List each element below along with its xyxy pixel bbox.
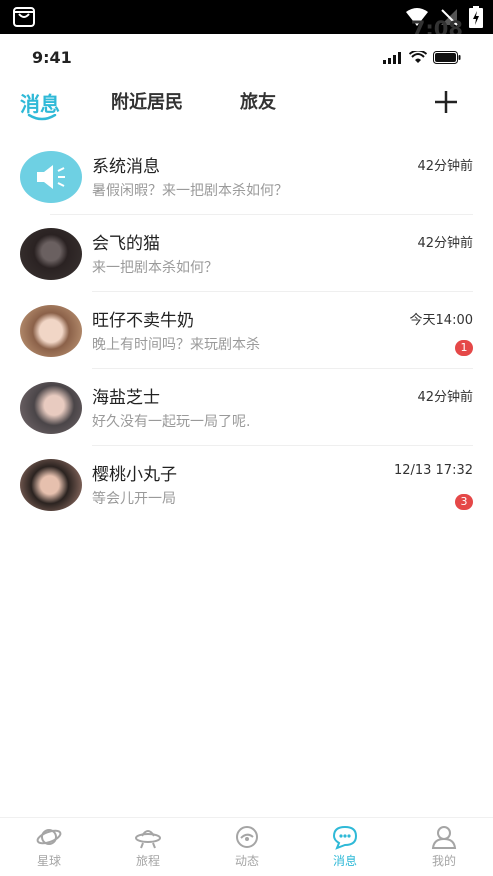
nav-messages[interactable]: 消息	[315, 824, 375, 869]
nav-label: 星球	[36, 854, 61, 868]
user-icon	[431, 826, 457, 849]
top-tabs: 消息 附近居民 旅友	[0, 80, 493, 128]
avatar	[20, 305, 82, 357]
nav-label: 我的	[431, 854, 456, 868]
tab-active-indicator	[27, 114, 57, 121]
conversation-name: 会飞的猫	[92, 234, 160, 254]
avatar	[20, 459, 82, 511]
list-item[interactable]: 会飞的猫 来一把剧本杀如何？ 42分钟前	[0, 215, 493, 292]
nav-label: 消息	[332, 854, 357, 868]
bottom-navigation: 星球 旅程 动态 消息 我的	[0, 817, 493, 876]
conversation-preview: 暑假闲暇？来一把剧本杀如何？	[92, 183, 288, 199]
nav-journey[interactable]: 旅程	[118, 824, 178, 869]
add-icon[interactable]	[432, 88, 460, 116]
tab-travel-friends[interactable]: 旅友	[240, 88, 276, 114]
conversation-name: 樱桃小丸子	[92, 465, 177, 485]
nav-profile[interactable]: 我的	[414, 824, 474, 869]
nav-label: 动态	[234, 854, 259, 868]
tab-nearby-residents[interactable]: 附近居民	[111, 88, 183, 114]
list-item[interactable]: 樱桃小丸子 等会儿开一局 12/13 17:32 3	[0, 446, 493, 523]
unread-badge: 3	[455, 494, 473, 510]
conversation-preview: 晚上有时间吗？来玩剧本杀	[92, 337, 260, 353]
status-time: 9:41	[32, 48, 72, 67]
avatar	[20, 228, 82, 280]
conversation-time: 42分钟前	[417, 159, 473, 174]
tab-messages[interactable]: 消息	[20, 88, 60, 117]
list-item[interactable]: 海盐芝士 好久没有一起玩一局了呢. 42分钟前	[0, 369, 493, 446]
cellular-signal-icon	[383, 51, 401, 64]
conversation-name: 旺仔不卖牛奶	[92, 311, 194, 331]
nav-label: 旅程	[135, 854, 160, 868]
chat-bubble-icon	[332, 825, 358, 850]
planet-icon	[36, 829, 62, 845]
list-item[interactable]: 旺仔不卖牛奶 晚上有时间吗？来玩剧本杀 今天14:00 1	[0, 292, 493, 369]
battery-charging-icon	[469, 6, 483, 28]
avatar	[20, 151, 82, 203]
battery-icon	[433, 51, 461, 64]
ufo-icon	[135, 830, 161, 849]
feed-icon	[236, 826, 258, 848]
conversation-preview: 等会儿开一局	[92, 491, 176, 507]
conversation-preview: 好久没有一起玩一局了呢.	[92, 414, 251, 430]
conversation-preview: 来一把剧本杀如何？	[92, 260, 218, 276]
conversation-name: 海盐芝士	[92, 388, 160, 408]
list-item[interactable]: 系统消息 暑假闲暇？来一把剧本杀如何？ 42分钟前	[0, 138, 493, 215]
nav-feed[interactable]: 动态	[217, 824, 277, 869]
conversation-time: 42分钟前	[417, 390, 473, 405]
wifi-icon	[409, 51, 427, 63]
unread-badge: 1	[455, 340, 473, 356]
conversation-name: 系统消息	[92, 157, 160, 177]
system-bar: 7:08	[0, 0, 493, 41]
conversation-time: 今天14:00	[409, 313, 473, 328]
shopping-bag-icon	[13, 7, 35, 27]
avatar	[20, 382, 82, 434]
conversation-time: 12/13 17:32	[393, 463, 473, 478]
nav-planet[interactable]: 星球	[19, 824, 79, 869]
conversation-time: 42分钟前	[417, 236, 473, 251]
status-bar: 9:41	[0, 34, 493, 80]
megaphone-icon	[37, 165, 65, 189]
